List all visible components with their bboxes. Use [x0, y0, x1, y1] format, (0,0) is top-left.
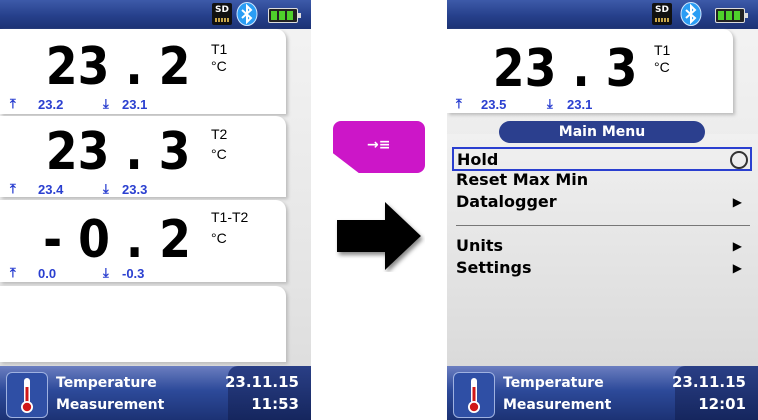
min-value: -0.3 [122, 266, 145, 281]
bluetooth-icon [680, 2, 702, 26]
device-screen-main-menu: SD 23 . 3 T1 °C ⤒ 23.5 ⤓ 23.1 Main Menu … [447, 0, 758, 420]
submenu-arrow-icon: ▶ [732, 195, 742, 209]
submenu-arrow-icon: ▶ [732, 261, 742, 275]
channel-name: T2 [211, 126, 228, 142]
channel-value: 23 . 2 [46, 37, 191, 97]
sd-card-icon: SD [212, 3, 232, 25]
empty-channel-panel[interactable] [0, 286, 286, 362]
menu-divider [456, 225, 750, 226]
min-arrow-icon: ⤓ [103, 266, 109, 281]
channel-unit: °C [654, 59, 670, 75]
radio-icon [730, 151, 748, 169]
min-arrow-icon: ⤓ [547, 97, 553, 112]
menu-item-datalogger[interactable]: Datalogger ▶ [456, 191, 750, 213]
mode-title-line2: Measurement [56, 397, 165, 413]
mode-title-line2: Measurement [503, 397, 612, 413]
thermometer-icon [6, 372, 48, 418]
max-value: 23.4 [38, 182, 64, 197]
channel-unit: °C [211, 58, 227, 74]
menu-item-settings[interactable]: Settings ▶ [456, 257, 750, 279]
mode-title-line1: Temperature [503, 375, 604, 391]
max-value: 23.5 [481, 97, 507, 112]
max-arrow-icon: ⤒ [10, 97, 16, 112]
sd-card-icon: SD [652, 3, 672, 25]
max-arrow-icon: ⤒ [10, 182, 16, 197]
bluetooth-icon [236, 2, 258, 26]
channel-name: T1 [211, 41, 228, 57]
time-label: 12:01 [698, 395, 746, 413]
status-bar: SD [447, 0, 758, 29]
max-arrow-icon: ⤒ [456, 97, 462, 112]
time-label: 11:53 [251, 395, 299, 413]
battery-icon [715, 8, 748, 23]
menu-key-icon: →≡ [333, 121, 425, 173]
channel-name: T1 [654, 42, 671, 58]
channel-unit: °C [211, 146, 227, 162]
min-value: 23.3 [122, 182, 148, 197]
min-arrow-icon: ⤓ [103, 182, 109, 197]
max-arrow-icon: ⤒ [10, 266, 16, 281]
battery-icon [268, 8, 301, 23]
menu-item-reset-max-min[interactable]: Reset Max Min [456, 169, 750, 191]
status-bar: SD [0, 0, 311, 29]
min-arrow-icon: ⤓ [103, 97, 109, 112]
thermometer-icon [453, 372, 495, 418]
menu-item-units[interactable]: Units ▶ [456, 235, 750, 257]
min-value: 23.1 [567, 97, 593, 112]
max-value: 23.2 [38, 97, 64, 112]
channel-name: T1-T2 [211, 209, 249, 225]
date-label: 23.11.15 [671, 373, 746, 391]
channel-value: - 0 . 2 [43, 210, 191, 270]
channel-value: 23 . 3 [46, 122, 191, 182]
menu-title: Main Menu [499, 121, 705, 143]
min-value: 23.1 [122, 97, 148, 112]
date-label: 23.11.15 [224, 373, 299, 391]
right-arrow-icon [337, 202, 421, 270]
menu-item-hold[interactable]: Hold [452, 147, 752, 171]
mode-title-line1: Temperature [56, 375, 157, 391]
channel-value: 23 . 3 [493, 39, 638, 99]
max-value: 0.0 [38, 266, 57, 281]
device-screen-measurement: SD 23 . 2 T1 °C ⤒ 23.2 ⤓ 23.1 23 . 3 T2 … [0, 0, 311, 420]
channel-unit: °C [211, 230, 227, 246]
submenu-arrow-icon: ▶ [732, 239, 742, 253]
